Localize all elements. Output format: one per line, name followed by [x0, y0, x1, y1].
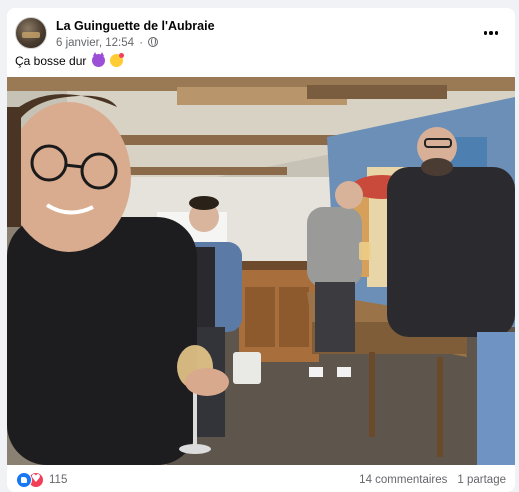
photo-illustration [7, 77, 515, 465]
page-avatar[interactable] [15, 17, 47, 49]
post-card: La Guinguette de l'Aubraie 6 janvier, 12… [7, 8, 515, 492]
post-footer: 115 14 commentaires 1 partage [7, 465, 515, 492]
post-header: La Guinguette de l'Aubraie 6 janvier, 12… [15, 17, 507, 57]
reaction-count[interactable]: 115 [49, 474, 67, 486]
post-timestamp[interactable]: 6 janvier, 12:54 [56, 37, 134, 49]
meta-separator: · [139, 37, 144, 49]
post-photo[interactable] [7, 77, 515, 465]
post-message: Ça bosse dur [15, 54, 87, 68]
comments-count-link[interactable]: 14 commentaires [359, 474, 447, 486]
post-meta: 6 janvier, 12:54 · [56, 37, 159, 49]
reactions-summary[interactable]: 115 [16, 472, 67, 488]
post-text: Ça bosse dur [15, 52, 125, 68]
page-name-link[interactable]: La Guinguette de l'Aubraie [56, 19, 215, 33]
smiling-devil-emoji [91, 52, 105, 67]
more-options-icon[interactable] [481, 23, 501, 43]
like-reaction-icon [16, 472, 32, 488]
smiling-face-with-hearts-emoji [110, 53, 125, 67]
post-stats: 14 commentaires 1 partage [359, 474, 506, 486]
globe-icon[interactable] [148, 37, 159, 47]
shares-count-link[interactable]: 1 partage [457, 474, 506, 486]
